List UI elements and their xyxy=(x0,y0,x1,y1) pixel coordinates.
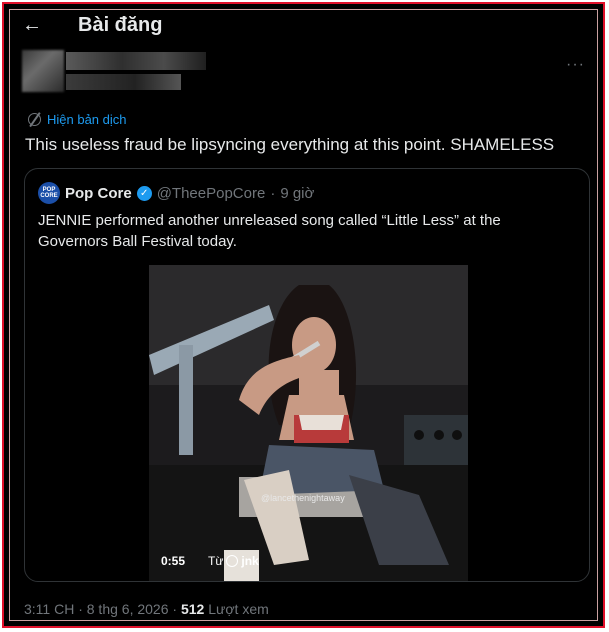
translate-label: Hiện bản dịch xyxy=(47,112,127,127)
quote-time: 9 giờ xyxy=(280,184,315,202)
page-title: Bài đăng xyxy=(78,13,163,36)
quote-author-name[interactable]: Pop Core xyxy=(65,185,132,202)
video-from-user: jnk xyxy=(241,554,259,568)
timestamp[interactable]: 3:11 CH · 8 thg 6, 2026 · xyxy=(24,601,177,617)
quote-header: POP CORE Pop Core ✓ @TheePopCore · 9 giờ xyxy=(38,182,314,204)
quote-avatar[interactable]: POP CORE xyxy=(38,182,60,204)
tweet-text: This useless fraud be lipsyncing everyth… xyxy=(25,135,555,154)
arrow-left-icon[interactable]: ← xyxy=(12,9,52,41)
tweet-meta: 3:11 CH · 8 thg 6, 2026 · 512 Lượt xem xyxy=(24,601,269,617)
quote-text: JENNIE performed another unreleased song… xyxy=(38,212,501,250)
translate-link[interactable]: Hiện bản dịch xyxy=(28,112,127,127)
author-name-blurred xyxy=(66,52,206,70)
author-blurred[interactable] xyxy=(22,50,212,94)
author-handle-blurred xyxy=(66,74,181,90)
video-frame-illustration xyxy=(149,265,468,581)
views-label: Lượt xem xyxy=(208,601,269,617)
translate-icon xyxy=(28,113,41,126)
verified-badge-icon: ✓ xyxy=(136,185,152,201)
quote-author-handle: @TheePopCore xyxy=(156,184,266,202)
video-duration: 0:55 xyxy=(161,554,186,568)
video-player[interactable]: @lancethenightaway 0:55 Từ jnk xyxy=(149,265,468,581)
video-from-label: Từ xyxy=(208,554,224,568)
header: ← Bài đăng xyxy=(12,8,595,42)
quote-separator: · xyxy=(270,184,276,202)
more-options-icon[interactable]: ··· xyxy=(566,56,585,74)
avatar[interactable] xyxy=(22,50,64,92)
video-watermark: @lancethenightaway xyxy=(261,493,345,503)
video-source[interactable]: Từ jnk xyxy=(208,554,259,568)
page-frame: ← Bài đăng ··· Hiện bản dịch This useles… xyxy=(2,2,605,628)
user-icon xyxy=(226,555,239,567)
views-count: 512 xyxy=(180,601,205,617)
quoted-tweet[interactable]: POP CORE Pop Core ✓ @TheePopCore · 9 giờ… xyxy=(24,168,590,582)
